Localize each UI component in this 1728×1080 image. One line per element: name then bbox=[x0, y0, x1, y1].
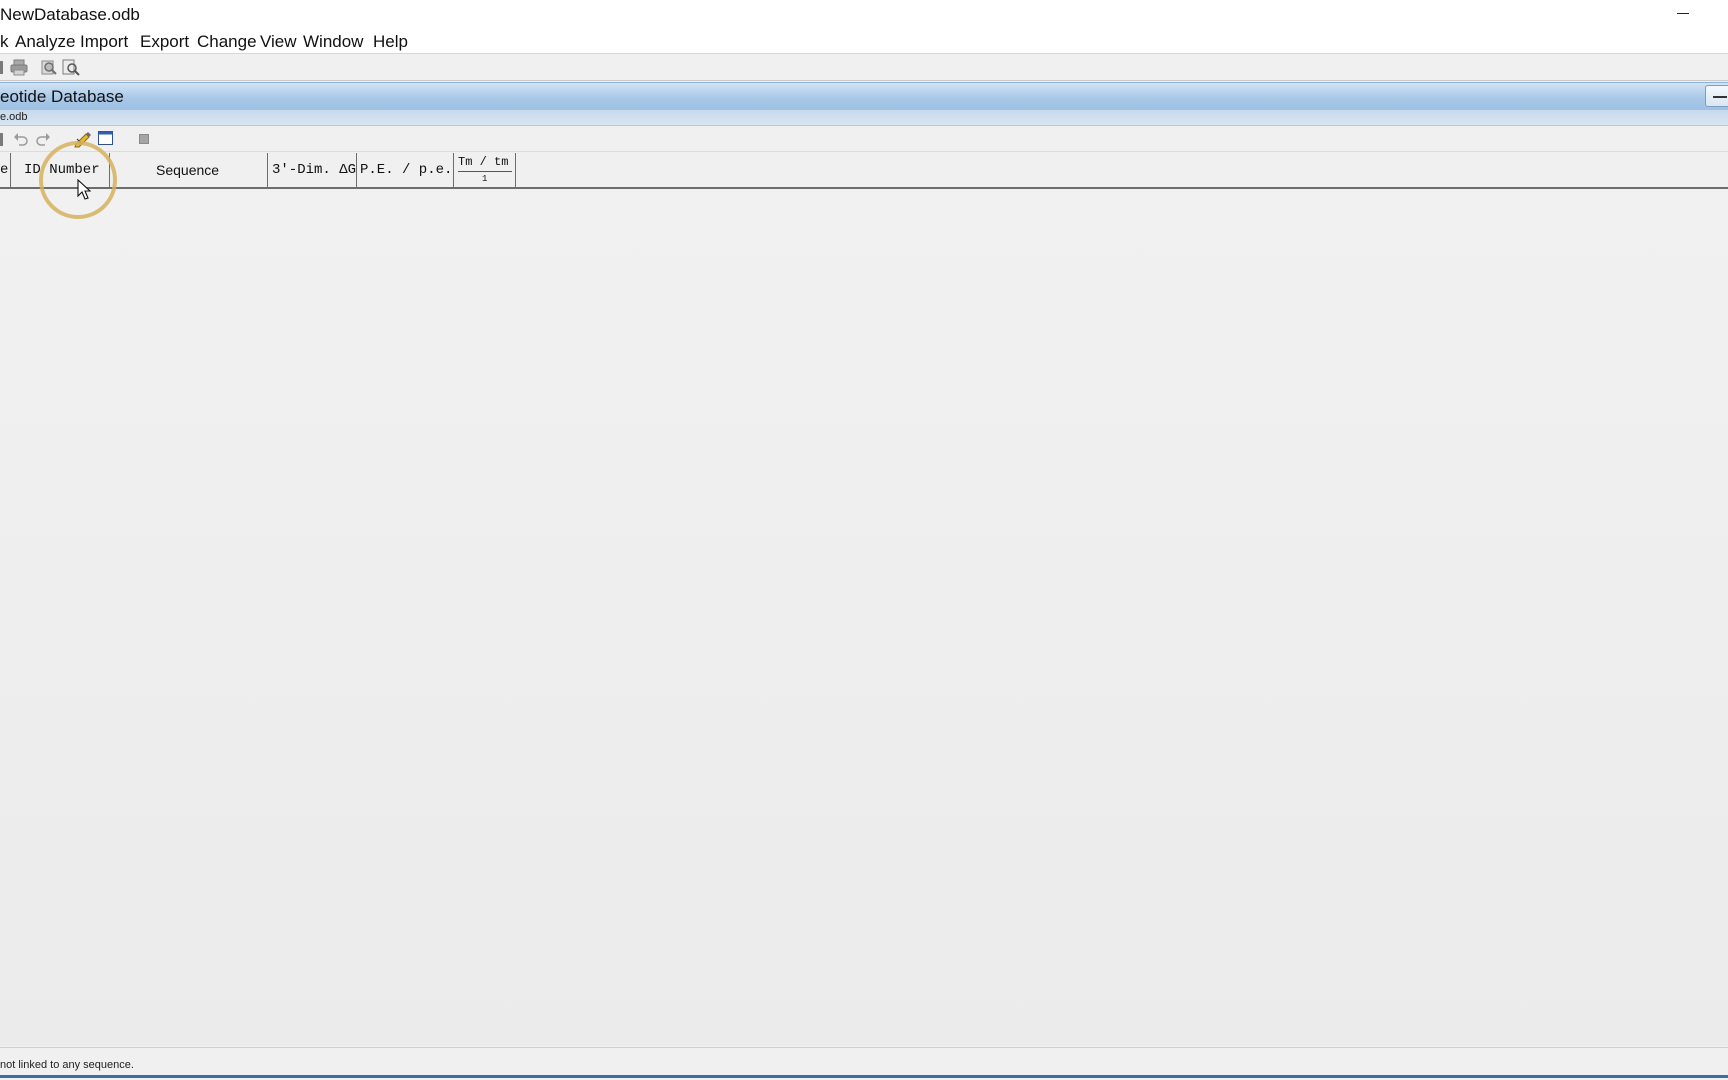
column-header-tm[interactable]: Tm / tm 1 bbox=[454, 153, 516, 189]
window-title: NewDatabase.odb bbox=[0, 5, 140, 24]
document-toolbar bbox=[0, 127, 1728, 152]
status-bar: not linked to any sequence. bbox=[0, 1047, 1728, 1078]
print-icon[interactable] bbox=[10, 59, 28, 76]
document-title: eotide Database bbox=[0, 87, 124, 106]
stop-icon[interactable] bbox=[139, 134, 150, 145]
document-minimize-button[interactable] bbox=[1705, 85, 1728, 107]
column-header-3-dimer-dg[interactable]: 3'-Dim. ΔG bbox=[268, 153, 357, 189]
menu-item-view[interactable]: View bbox=[260, 32, 297, 52]
print-preview-icon[interactable] bbox=[40, 59, 58, 76]
menu-item-import[interactable]: Import bbox=[80, 32, 128, 52]
menu-bar: k Analyze Import Export Change View Wind… bbox=[0, 30, 1728, 54]
undo-icon[interactable] bbox=[13, 131, 29, 147]
main-toolbar bbox=[0, 55, 1728, 81]
edit-pencil-icon[interactable] bbox=[74, 130, 92, 148]
document-title-bar: eotide Database bbox=[0, 82, 1728, 110]
app-title-bar: NewDatabase.odb bbox=[0, 0, 1728, 30]
minimize-button[interactable] bbox=[1666, 0, 1700, 30]
table-header: e ID Number Sequence 3'-Dim. ΔG P.E. / p… bbox=[0, 153, 1728, 189]
minimize-icon bbox=[1677, 13, 1689, 15]
status-text: not linked to any sequence. bbox=[0, 1059, 134, 1071]
status-bar-border bbox=[0, 1075, 1728, 1078]
toolbar-edge-icon bbox=[0, 133, 3, 146]
zoom-preview-icon[interactable] bbox=[62, 59, 80, 76]
column-header-sequence[interactable]: Sequence bbox=[110, 153, 268, 189]
menu-item-change[interactable]: Change bbox=[197, 32, 257, 52]
redo-icon[interactable] bbox=[35, 131, 51, 147]
menu-item-help[interactable]: Help bbox=[373, 32, 408, 52]
toolbar-edge-icon bbox=[0, 61, 3, 74]
window-icon[interactable] bbox=[98, 131, 114, 146]
fraction-line bbox=[458, 171, 512, 172]
column-header-id-number[interactable]: ID Number bbox=[11, 153, 110, 189]
menu-item-window[interactable]: Window bbox=[303, 32, 363, 52]
table-body[interactable] bbox=[0, 191, 1728, 1046]
column-header-truncated[interactable]: e bbox=[0, 153, 11, 189]
document-path-strip: e.odb bbox=[0, 110, 1728, 126]
minimize-icon bbox=[1713, 96, 1727, 98]
menu-item-export[interactable]: Export bbox=[140, 32, 189, 52]
column-header-pe[interactable]: P.E. / p.e. bbox=[357, 153, 454, 189]
document-path: e.odb bbox=[0, 111, 28, 123]
menu-item-k[interactable]: k bbox=[0, 32, 9, 52]
menu-item-analyze[interactable]: Analyze bbox=[15, 32, 75, 52]
